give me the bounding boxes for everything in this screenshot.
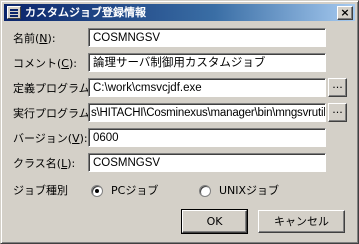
comment-field[interactable]: 論理サーバ制御用カスタムジョブ <box>88 53 326 72</box>
execution-program-browse-button[interactable]: ... <box>328 103 347 122</box>
pc-job-label[interactable]: PCジョブ <box>111 184 158 198</box>
job-type-label: ジョブ種別 <box>13 184 68 197</box>
name-label: 名前(N): <box>13 32 56 45</box>
app-icon <box>7 6 21 19</box>
definition-program-browse-button[interactable]: ... <box>328 78 347 97</box>
ok-button[interactable]: OK <box>181 209 248 234</box>
class-name-label: クラス名(L): <box>13 157 76 170</box>
name-field[interactable]: COSMNGSV <box>88 28 326 47</box>
definition-program-field[interactable]: C:\work\cmsvcjdf.exe <box>88 78 326 97</box>
class-name-field[interactable]: COSMNGSV <box>88 153 326 172</box>
pc-job-radio[interactable] <box>91 185 103 197</box>
unix-job-radio[interactable] <box>199 185 211 197</box>
comment-label: コメント(C): <box>13 57 77 70</box>
unix-job-label[interactable]: UNIXジョブ <box>219 184 279 198</box>
cancel-button[interactable]: キャンセル <box>258 210 345 233</box>
title-bar[interactable]: カスタムジョブ登録情報 × <box>4 4 355 21</box>
version-label: バージョン(V): <box>13 132 88 145</box>
execution-program-field[interactable]: s\HITACHI\Cosminexus\manager\bin\mngsvru… <box>88 103 326 122</box>
dialog-window: カスタムジョブ登録情報 × 名前(N): COSMNGSV コメント(C): 論… <box>0 0 359 244</box>
close-button[interactable]: × <box>337 6 353 20</box>
version-field[interactable]: 0600 <box>88 128 326 147</box>
window-title: カスタムジョブ登録情報 <box>25 6 146 19</box>
